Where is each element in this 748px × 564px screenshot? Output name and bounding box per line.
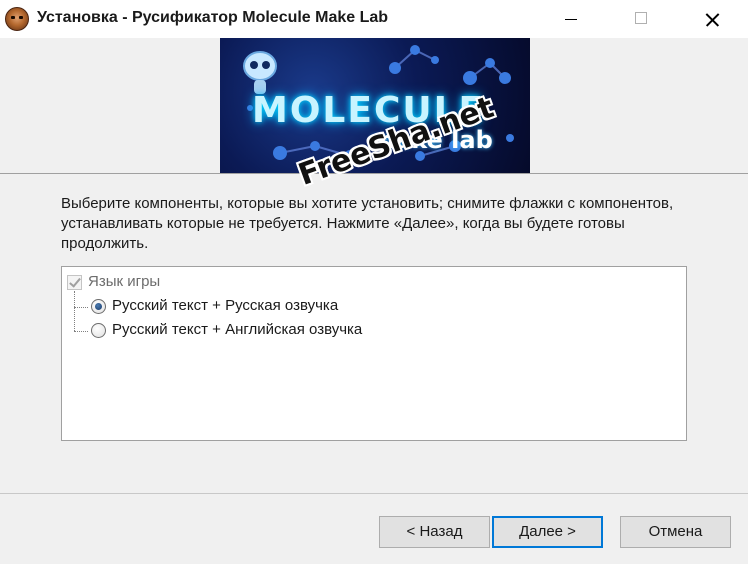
close-icon[interactable]: [689, 0, 735, 38]
tree-connector: [74, 331, 88, 332]
option-radio-russian-voice[interactable]: [91, 299, 106, 314]
instructions-text: Выберите компоненты, которые вы хотите у…: [61, 195, 674, 252]
window-title: Установка - Русификатор Molecule Make La…: [37, 9, 389, 26]
minimize-icon[interactable]: [548, 0, 594, 38]
tree-connector: [74, 291, 75, 331]
app-face-icon: [5, 7, 29, 31]
back-button[interactable]: < Назад: [379, 516, 490, 548]
footer-divider: [0, 493, 748, 494]
cancel-button[interactable]: Отмена: [620, 516, 731, 548]
next-button[interactable]: Далее >: [492, 516, 603, 548]
group-checkbox[interactable]: [67, 275, 82, 290]
maximize-icon[interactable]: [618, 0, 664, 38]
option-radio-english-voice[interactable]: [91, 323, 106, 338]
components-tree[interactable]: Язык игры Русский текст + Русская озвучк…: [61, 266, 687, 441]
option-label-english-voice[interactable]: Русский текст + Английская озвучка: [112, 321, 362, 338]
title-bar: Установка - Русификатор Molecule Make La…: [0, 0, 748, 38]
option-label-russian-voice[interactable]: Русский текст + Русская озвучка: [112, 297, 338, 314]
tree-connector: [74, 307, 88, 308]
robot-mascot-icon: [243, 51, 277, 94]
group-label: Язык игры: [88, 273, 161, 290]
